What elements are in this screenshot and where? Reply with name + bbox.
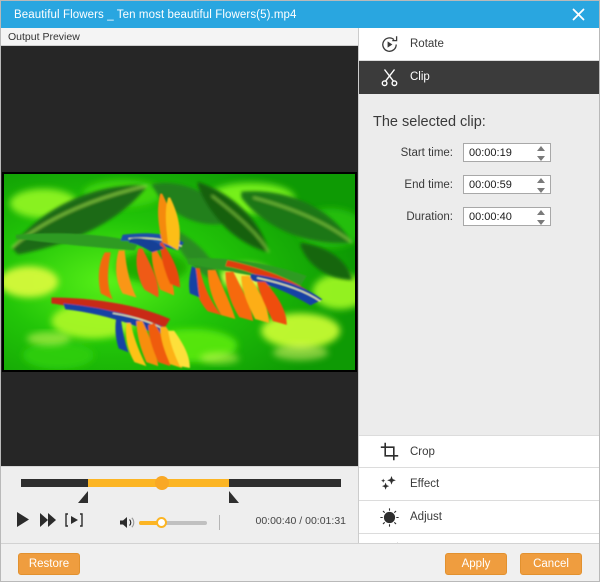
field-row-duration: Duration: bbox=[359, 207, 599, 226]
stepper-up-icon[interactable] bbox=[537, 178, 545, 183]
stepper-down-icon[interactable] bbox=[537, 156, 545, 161]
stepper-down-icon[interactable] bbox=[537, 220, 545, 225]
tool-item-rotate[interactable]: Rotate bbox=[359, 28, 599, 61]
volume-slider[interactable] bbox=[139, 521, 207, 525]
rotate-icon bbox=[376, 35, 402, 54]
duration-stepper[interactable] bbox=[536, 210, 545, 225]
timeline-playhead[interactable] bbox=[155, 476, 169, 490]
adjust-brightness-icon bbox=[376, 508, 402, 527]
tool-item-adjust[interactable]: Adjust bbox=[359, 501, 599, 534]
video-stage bbox=[1, 46, 358, 466]
end-time-stepper[interactable] bbox=[536, 178, 545, 193]
field-row-end-time: End time: bbox=[359, 175, 599, 194]
end-time-spinner[interactable] bbox=[463, 175, 551, 194]
end-time-label: End time: bbox=[359, 179, 463, 191]
fast-forward-icon bbox=[40, 513, 57, 532]
tool-item-clip[interactable]: Clip bbox=[359, 61, 599, 94]
crop-icon bbox=[376, 442, 402, 461]
stepper-down-icon[interactable] bbox=[537, 188, 545, 193]
tools-panel: Rotate Clip The selected clip: Start tim… bbox=[358, 28, 599, 543]
window-title: Beautiful Flowers _ Ten most beautiful F… bbox=[14, 9, 296, 21]
tool-label-clip: Clip bbox=[410, 71, 430, 83]
preview-column: Output Preview bbox=[1, 28, 358, 543]
apply-button[interactable]: Apply bbox=[445, 553, 507, 575]
frame-snapshot-icon bbox=[65, 513, 83, 532]
preview-header-label: Output Preview bbox=[8, 31, 80, 43]
duration-input[interactable] bbox=[469, 208, 537, 225]
tool-item-effect[interactable]: Effect bbox=[359, 468, 599, 501]
start-time-spinner[interactable] bbox=[463, 143, 551, 162]
fast-forward-button[interactable] bbox=[39, 514, 57, 530]
end-time-input[interactable] bbox=[469, 176, 537, 193]
preview-header: Output Preview bbox=[1, 28, 358, 46]
clip-settings-panel: The selected clip: Start time: End time: bbox=[359, 95, 599, 435]
snapshot-button[interactable] bbox=[63, 514, 85, 530]
tool-label-rotate: Rotate bbox=[410, 38, 444, 50]
time-readout: 00:00:40 / 00:01:31 bbox=[256, 515, 347, 527]
video-editor-dialog: Beautiful Flowers _ Ten most beautiful F… bbox=[0, 0, 600, 582]
close-button[interactable] bbox=[555, 1, 600, 28]
volume-icon[interactable] bbox=[119, 516, 135, 529]
tool-label-adjust: Adjust bbox=[410, 511, 442, 523]
close-icon bbox=[572, 8, 585, 21]
volume-knob[interactable] bbox=[156, 517, 167, 528]
field-row-start-time: Start time: bbox=[359, 143, 599, 162]
stepper-up-icon[interactable] bbox=[537, 210, 545, 215]
tool-label-effect: Effect bbox=[410, 478, 439, 490]
start-time-input[interactable] bbox=[469, 144, 537, 161]
play-button[interactable] bbox=[15, 514, 31, 530]
stepper-up-icon[interactable] bbox=[537, 146, 545, 151]
transport-bar: 00:00:40 / 00:01:31 bbox=[1, 466, 358, 543]
effect-sparkle-icon bbox=[376, 475, 402, 494]
video-still-image bbox=[4, 174, 355, 370]
duration-label: Duration: bbox=[359, 211, 463, 223]
clip-end-handle[interactable] bbox=[229, 491, 239, 503]
start-time-label: Start time: bbox=[359, 147, 463, 159]
footer-bar: Restore Apply Cancel bbox=[1, 543, 599, 581]
controls-divider bbox=[219, 515, 220, 530]
play-icon bbox=[16, 512, 30, 532]
playback-controls: 00:00:40 / 00:01:31 bbox=[1, 507, 358, 537]
restore-button[interactable]: Restore bbox=[18, 553, 80, 575]
cancel-button[interactable]: Cancel bbox=[520, 553, 582, 575]
tool-item-crop[interactable]: Crop bbox=[359, 435, 599, 468]
timeline-slider[interactable] bbox=[21, 479, 341, 487]
duration-spinner[interactable] bbox=[463, 207, 551, 226]
clip-start-handle[interactable] bbox=[78, 491, 88, 503]
clip-heading: The selected clip: bbox=[373, 114, 599, 130]
title-bar: Beautiful Flowers _ Ten most beautiful F… bbox=[1, 1, 600, 28]
start-time-stepper[interactable] bbox=[536, 146, 545, 161]
scissors-icon bbox=[376, 68, 402, 87]
video-frame bbox=[2, 172, 357, 372]
tool-label-crop: Crop bbox=[410, 446, 435, 458]
